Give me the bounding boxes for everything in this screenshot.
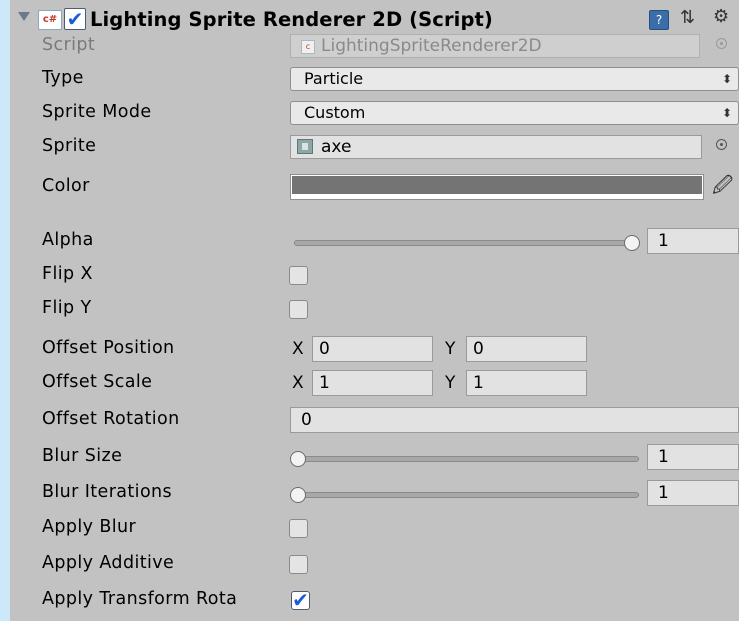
preset-icon[interactable]: ⇅: [680, 8, 695, 28]
color-field[interactable]: [290, 174, 704, 200]
type-dropdown[interactable]: Particle ⬍: [290, 67, 739, 91]
color-swatch: [292, 176, 702, 194]
offset-scale-x-label: X: [292, 373, 304, 393]
offset-scale-y-label: Y: [445, 373, 456, 393]
apply-additive-checkbox[interactable]: [289, 555, 308, 574]
offset-position-label: Offset Position: [42, 338, 175, 358]
apply-additive-row: Apply Additive: [10, 547, 739, 583]
type-row: Type Particle ⬍: [10, 62, 739, 98]
blur-size-value-field[interactable]: 1: [647, 444, 739, 470]
dropdown-arrows-icon: ⬍: [721, 106, 732, 120]
sprite-value: axe: [321, 137, 352, 157]
object-picker-icon[interactable]: [716, 139, 727, 150]
type-value: Particle: [304, 69, 364, 88]
offset-rotation-field[interactable]: 0: [290, 407, 739, 433]
offset-rotation-label: Offset Rotation: [42, 409, 180, 429]
sprite-thumbnail-icon: [297, 139, 313, 154]
sprite-mode-value: Custom: [304, 103, 366, 122]
sprite-object-field[interactable]: axe: [290, 135, 702, 159]
apply-transform-rotation-label: Apply Transform Rota: [42, 589, 238, 609]
blur-iterations-label: Blur Iterations: [42, 482, 173, 502]
color-label: Color: [42, 176, 90, 196]
component-title: Lighting Sprite Renderer 2D (Script): [90, 8, 493, 31]
type-label: Type: [42, 68, 84, 88]
alpha-value-field[interactable]: 1: [647, 228, 739, 254]
sprite-mode-dropdown[interactable]: Custom ⬍: [290, 101, 739, 125]
alpha-label: Alpha: [42, 230, 94, 250]
blur-iterations-value-field[interactable]: 1: [647, 480, 739, 506]
offset-scale-row: Offset Scale X 1 Y 1: [10, 366, 739, 402]
alpha-row: Alpha 1: [10, 224, 739, 260]
blur-size-row: Blur Size 1: [10, 440, 739, 476]
flip-x-row: Flip X: [10, 258, 739, 294]
sprite-row: Sprite axe: [10, 130, 739, 166]
apply-transform-rotation-checkbox[interactable]: ✔: [291, 590, 310, 610]
apply-blur-row: Apply Blur: [10, 511, 739, 547]
script-value: LightingSpriteRenderer2D: [321, 36, 542, 56]
csharp-script-icon: c#: [38, 10, 62, 30]
offset-position-y-label: Y: [445, 339, 456, 359]
script-field[interactable]: c LightingSpriteRenderer2D: [290, 34, 700, 58]
sprite-mode-row: Sprite Mode Custom ⬍: [10, 96, 739, 132]
script-row: Script c LightingSpriteRenderer2D: [10, 29, 739, 65]
offset-scale-label: Offset Scale: [42, 372, 153, 392]
object-picker-icon: [716, 38, 727, 49]
offset-scale-y-field[interactable]: 1: [466, 370, 587, 396]
offset-rotation-row: Offset Rotation 0: [10, 403, 739, 439]
blur-size-label: Blur Size: [42, 446, 123, 466]
foldout-arrow-icon[interactable]: [18, 12, 30, 21]
help-book-icon[interactable]: ?: [649, 10, 669, 30]
flip-x-checkbox[interactable]: [289, 266, 308, 285]
blur-size-slider-track[interactable]: [294, 456, 639, 462]
offset-scale-x-field[interactable]: 1: [312, 370, 433, 396]
alpha-slider-track[interactable]: [294, 240, 639, 246]
gear-icon[interactable]: ⚙: [713, 7, 729, 27]
offset-position-x-field[interactable]: 0: [312, 336, 433, 362]
blur-iterations-slider-thumb[interactable]: [290, 487, 306, 503]
component-enabled-checkbox[interactable]: ✔: [64, 8, 86, 30]
eyedropper-icon[interactable]: 🖉: [712, 173, 733, 197]
blur-iterations-row: Blur Iterations 1: [10, 476, 739, 512]
blur-size-slider-thumb[interactable]: [290, 451, 306, 467]
offset-position-row: Offset Position X 0 Y 0: [10, 332, 739, 368]
flip-x-label: Flip X: [42, 264, 93, 284]
apply-blur-label: Apply Blur: [42, 517, 137, 537]
apply-additive-label: Apply Additive: [42, 553, 175, 573]
sprite-mode-label: Sprite Mode: [42, 102, 152, 122]
apply-transform-rotation-row: Apply Transform Rota ✔: [10, 583, 739, 619]
flip-y-row: Flip Y: [10, 292, 739, 328]
apply-blur-checkbox[interactable]: [289, 519, 308, 538]
dropdown-arrows-icon: ⬍: [721, 72, 732, 86]
offset-position-x-label: X: [292, 339, 304, 359]
sprite-label: Sprite: [42, 136, 97, 156]
inspector-panel: c# ✔ Lighting Sprite Renderer 2D (Script…: [10, 0, 739, 621]
blur-iterations-slider-track[interactable]: [294, 492, 639, 498]
alpha-slider-thumb[interactable]: [624, 235, 640, 251]
offset-position-y-field[interactable]: 0: [466, 336, 587, 362]
script-file-icon: c: [301, 40, 315, 54]
flip-y-label: Flip Y: [42, 298, 92, 318]
color-row: Color 🖉: [10, 170, 739, 206]
flip-y-checkbox[interactable]: [289, 300, 308, 319]
script-label: Script: [42, 35, 96, 55]
